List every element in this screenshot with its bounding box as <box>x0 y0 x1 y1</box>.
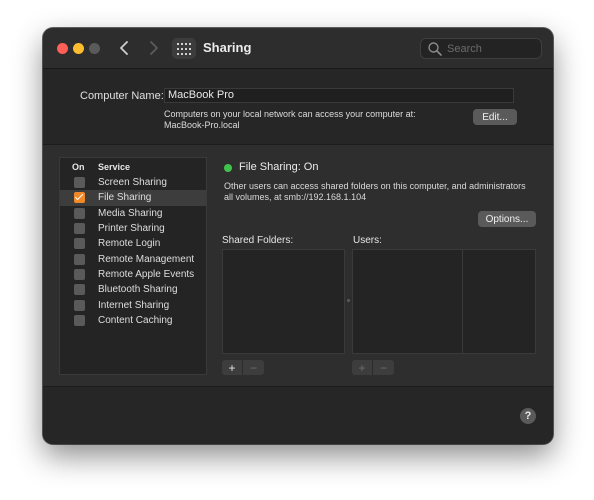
service-list-header: On Service <box>60 158 206 175</box>
shared-folders-label: Shared Folders: <box>222 235 294 246</box>
service-row[interactable]: Remote Apple Events <box>60 267 206 282</box>
service-checkbox[interactable] <box>74 207 85 219</box>
service-label: Content Caching <box>98 314 173 326</box>
header-service: Service <box>98 161 131 172</box>
service-checkbox[interactable] <box>74 177 85 189</box>
options-button[interactable]: Options... <box>478 211 536 227</box>
service-checkbox[interactable] <box>74 268 85 280</box>
remove-folder-button[interactable]: − <box>243 360 264 375</box>
service-checkbox[interactable] <box>74 223 85 235</box>
computer-name-section: Computer Name: MacBook Pro Computers on … <box>43 69 553 144</box>
service-label: Remote Apple Events <box>98 268 195 280</box>
computer-name-field[interactable]: MacBook Pro <box>164 88 514 103</box>
chevron-right-icon <box>150 41 158 55</box>
remove-user-button[interactable]: − <box>373 360 394 375</box>
service-row[interactable]: Remote Login <box>60 236 206 251</box>
bottom-bar: ? <box>43 387 553 444</box>
service-row[interactable]: Screen Sharing <box>60 175 206 190</box>
search-field[interactable] <box>420 38 542 59</box>
service-label: Screen Sharing <box>98 177 167 189</box>
service-row[interactable]: Remote Management <box>60 251 206 266</box>
add-user-button[interactable]: + <box>352 360 373 375</box>
sharing-window: Sharing Computer Name: MacBook Pro Compu… <box>43 28 553 444</box>
services-section: On Service Screen Sharing File Sharing Med… <box>43 145 553 386</box>
column-divider <box>462 250 463 353</box>
file-sharing-desc-line2: all volumes, at smb://192.168.1.104 <box>224 192 367 202</box>
title-bar: Sharing <box>43 28 553 69</box>
status-indicator <box>224 164 232 172</box>
service-label: Internet Sharing <box>98 299 170 311</box>
service-checkbox[interactable] <box>74 238 85 250</box>
computer-name-label: Computer Name: <box>80 90 164 102</box>
computer-name-description: Computers on your local network can acce… <box>164 109 416 131</box>
add-folder-button[interactable]: + <box>222 360 243 375</box>
forward-button[interactable] <box>145 38 161 58</box>
service-row[interactable]: Content Caching <box>60 313 206 328</box>
split-handle[interactable] <box>347 299 350 302</box>
service-checkbox[interactable] <box>74 314 85 326</box>
chevron-left-icon <box>120 41 128 55</box>
service-row[interactable]: Printer Sharing <box>60 221 206 236</box>
users-list[interactable] <box>352 249 536 354</box>
back-button[interactable] <box>117 38 133 58</box>
minimize-button[interactable] <box>73 43 84 54</box>
header-on: On <box>72 161 85 172</box>
window-title: Sharing <box>203 40 252 55</box>
shared-folders-add-remove: + − <box>222 360 264 375</box>
computer-name-desc-line1: Computers on your local network can acce… <box>164 109 416 119</box>
shared-folders-list[interactable] <box>222 249 345 354</box>
users-label: Users: <box>353 235 382 246</box>
service-label: Bluetooth Sharing <box>98 284 178 296</box>
service-label: Media Sharing <box>98 207 163 219</box>
file-sharing-description: Other users can access shared folders on… <box>224 181 544 203</box>
service-row[interactable]: Bluetooth Sharing <box>60 282 206 297</box>
close-button[interactable] <box>57 43 68 54</box>
service-checkbox[interactable] <box>74 192 85 204</box>
users-add-remove: + − <box>352 360 394 375</box>
service-checkbox[interactable] <box>74 284 85 296</box>
search-input[interactable] <box>447 42 537 55</box>
service-status: File Sharing: On <box>239 161 319 173</box>
zoom-button[interactable] <box>89 43 100 54</box>
computer-name-desc-line2: MacBook-Pro.local <box>164 120 240 130</box>
show-all-button[interactable] <box>172 38 196 59</box>
service-label: File Sharing <box>98 192 152 204</box>
search-icon <box>428 41 442 56</box>
service-row[interactable]: File Sharing <box>60 190 206 206</box>
service-checkbox[interactable] <box>74 253 85 265</box>
service-label: Printer Sharing <box>98 223 165 235</box>
service-checkbox[interactable] <box>74 299 85 311</box>
help-button[interactable]: ? <box>520 408 536 424</box>
service-list[interactable]: On Service Screen Sharing File Sharing Med… <box>59 157 207 375</box>
service-row[interactable]: Internet Sharing <box>60 297 206 312</box>
file-sharing-desc-line1: Other users can access shared folders on… <box>224 181 526 191</box>
service-label: Remote Login <box>98 238 161 250</box>
grid-icon <box>177 42 191 55</box>
edit-button[interactable]: Edit... <box>473 109 517 125</box>
service-label: Remote Management <box>98 253 195 265</box>
service-row[interactable]: Media Sharing <box>60 206 206 221</box>
